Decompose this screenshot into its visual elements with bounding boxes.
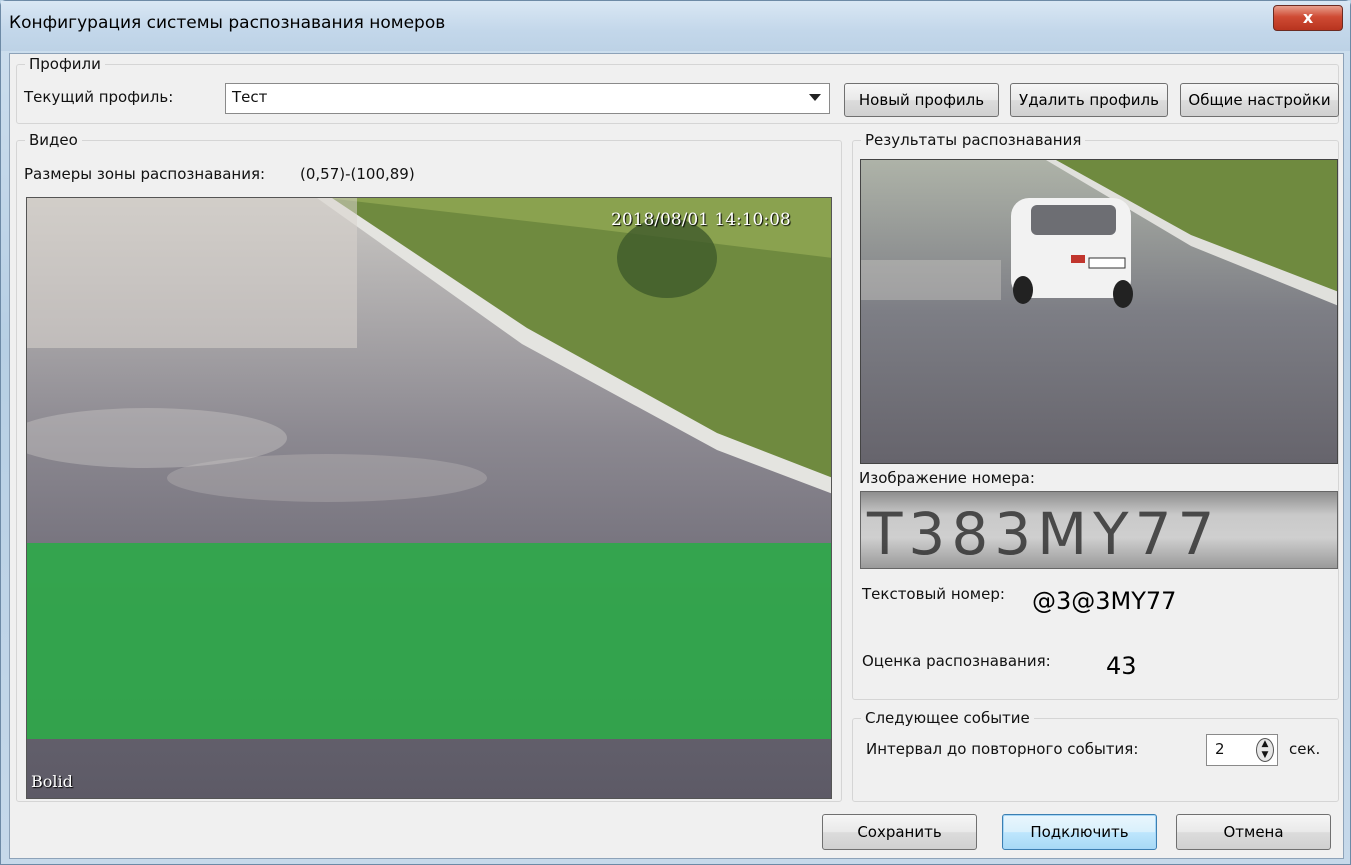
next-event-legend: Следующее событие <box>861 709 1034 727</box>
video-watermark: Bolid <box>31 772 73 791</box>
interval-stepper[interactable]: 2 ▲ ▼ <box>1206 734 1278 766</box>
stepper-arrows-icon[interactable]: ▲ ▼ <box>1256 738 1274 762</box>
current-profile-label: Текущий профиль: <box>24 88 174 106</box>
recognition-snapshot <box>860 159 1338 464</box>
general-settings-button[interactable]: Общие настройки <box>1180 83 1339 117</box>
video-view[interactable]: 2018/08/01 14:10:08 Bolid <box>26 197 832 799</box>
connect-button[interactable]: Подключить <box>1002 814 1157 850</box>
interval-label: Интервал до повторного события: <box>866 740 1139 758</box>
profile-select-value: Тест <box>232 88 268 106</box>
profiles-legend: Профили <box>25 55 105 73</box>
video-timestamp: 2018/08/01 14:10:08 <box>611 210 791 230</box>
delete-profile-button[interactable]: Удалить профиль <box>1010 83 1168 117</box>
text-number-label: Текстовый номер: <box>862 585 1005 603</box>
config-window: Конфигурация системы распознавания номер… <box>0 0 1351 865</box>
video-legend: Видео <box>25 131 82 149</box>
save-button[interactable]: Сохранить <box>822 814 977 850</box>
white-car <box>1011 198 1133 308</box>
score-value: 43 <box>1106 652 1137 680</box>
title-bar: Конфигурация системы распознавания номер… <box>1 1 1350 51</box>
window-title: Конфигурация системы распознавания номер… <box>9 13 446 33</box>
profile-select[interactable]: Тест <box>225 83 830 114</box>
close-button[interactable]: x <box>1273 5 1343 31</box>
new-profile-button[interactable]: Новый профиль <box>844 83 999 117</box>
plate-image: T383MY77 <box>860 491 1338 569</box>
chevron-down-icon[interactable] <box>809 94 821 101</box>
snapshot-scene <box>861 160 1337 308</box>
text-number-value: @3@3MY77 <box>1032 587 1177 615</box>
interval-value: 2 <box>1215 740 1225 758</box>
recognition-zone[interactable] <box>27 543 831 739</box>
score-label: Оценка распознавания: <box>862 652 1051 670</box>
zone-size-value: (0,57)-(100,89) <box>300 165 415 183</box>
zone-size-label: Размеры зоны распознавания: <box>24 165 266 183</box>
dialog-body: Профили Текущий профиль: Тест Новый проф… <box>9 53 1344 859</box>
interval-unit: сек. <box>1289 740 1321 758</box>
cancel-button[interactable]: Отмена <box>1176 814 1331 850</box>
results-legend: Результаты распознавания <box>861 131 1086 149</box>
plate-image-label: Изображение номера: <box>859 469 1035 487</box>
plate-image-text: T383MY77 <box>867 500 1221 568</box>
